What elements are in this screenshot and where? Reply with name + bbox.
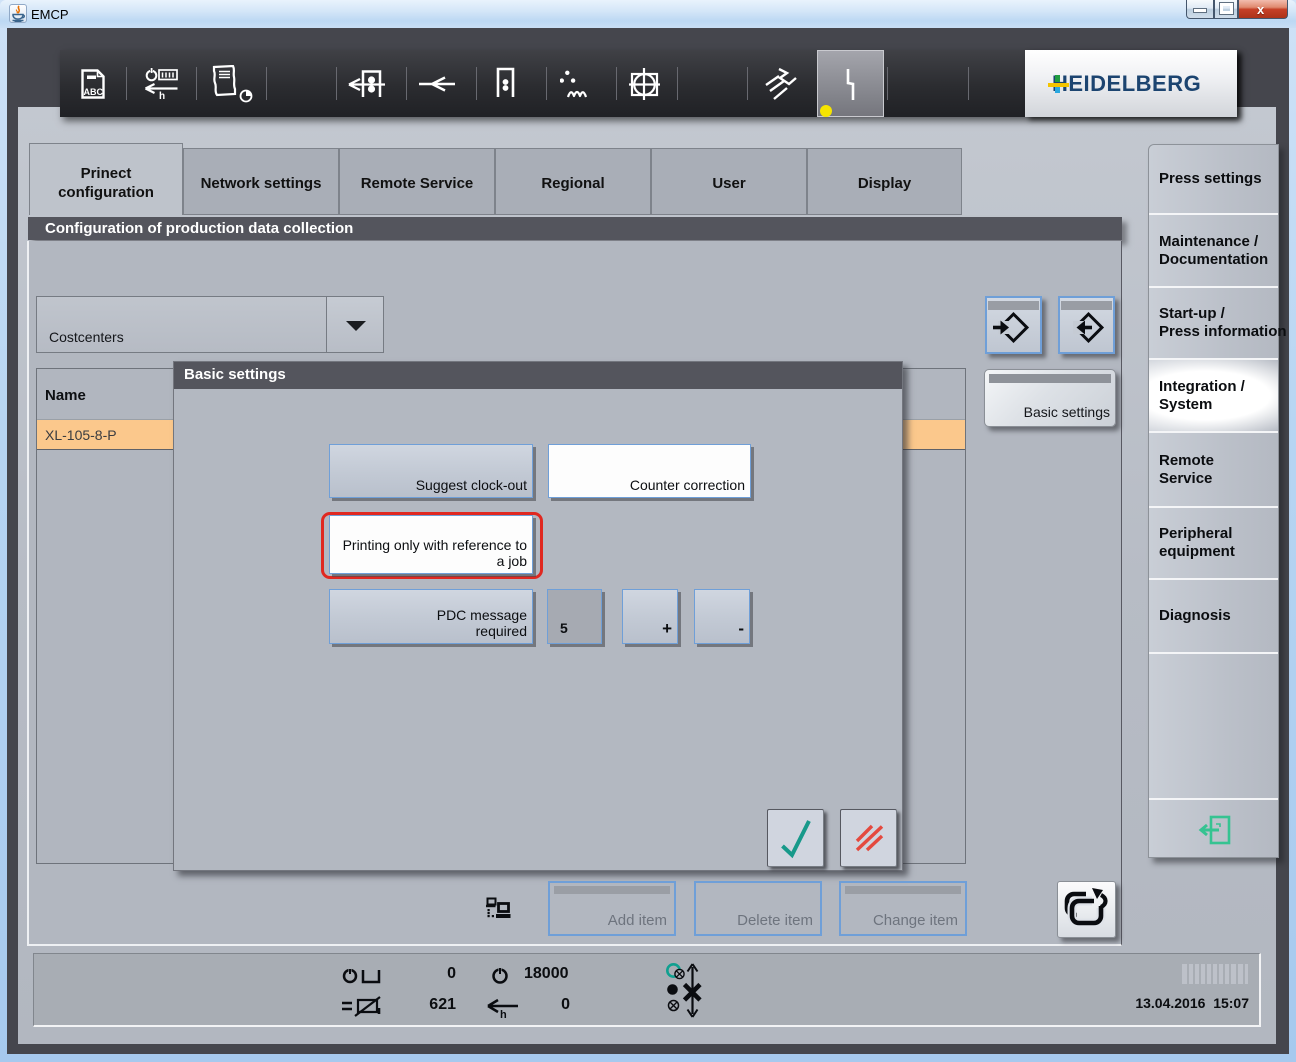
svg-text:h: h bbox=[500, 1009, 507, 1020]
svg-text:h: h bbox=[159, 91, 165, 102]
svg-text:ABC: ABC bbox=[84, 87, 104, 97]
